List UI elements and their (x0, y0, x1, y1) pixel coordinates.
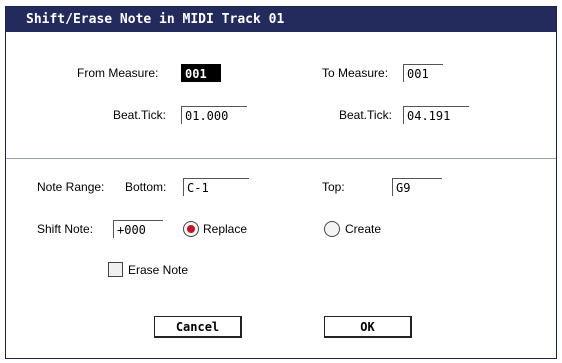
from-measure-field[interactable]: 001 (181, 64, 221, 82)
shift-note-label: Shift Note: (37, 222, 94, 236)
replace-radio[interactable] (183, 221, 199, 237)
shift-note-field[interactable]: +000 (113, 220, 163, 238)
to-beat-tick-field[interactable]: 04.191 (403, 106, 469, 124)
bottom-label: Bottom: (125, 180, 167, 194)
bottom-note-field[interactable]: C-1 (183, 178, 249, 196)
from-measure-label: From Measure: (77, 66, 159, 80)
top-note-field[interactable]: G9 (392, 178, 442, 196)
to-beat-tick-label: Beat.Tick: (339, 108, 392, 122)
cancel-button[interactable]: Cancel (154, 316, 242, 338)
from-beat-tick-label: Beat.Tick: (113, 108, 166, 122)
erase-note-label: Erase Note (128, 263, 189, 277)
to-measure-label: To Measure: (322, 66, 389, 80)
dialog-title: Shift/Erase Note in MIDI Track 01 (6, 7, 556, 32)
radio-selected-dot (187, 225, 195, 233)
from-beat-tick-field[interactable]: 01.000 (181, 106, 247, 124)
create-label: Create (345, 222, 382, 236)
erase-note-checkbox[interactable] (108, 262, 123, 277)
ok-button[interactable]: OK (324, 316, 412, 338)
to-measure-field[interactable]: 001 (403, 64, 443, 82)
section-divider (6, 158, 556, 159)
replace-label: Replace (203, 222, 248, 236)
top-label: Top: (322, 180, 345, 194)
shift-erase-note-dialog: Shift/Erase Note in MIDI Track 01 From M… (5, 6, 557, 359)
note-range-label: Note Range: (37, 180, 105, 194)
create-radio[interactable] (324, 221, 340, 237)
